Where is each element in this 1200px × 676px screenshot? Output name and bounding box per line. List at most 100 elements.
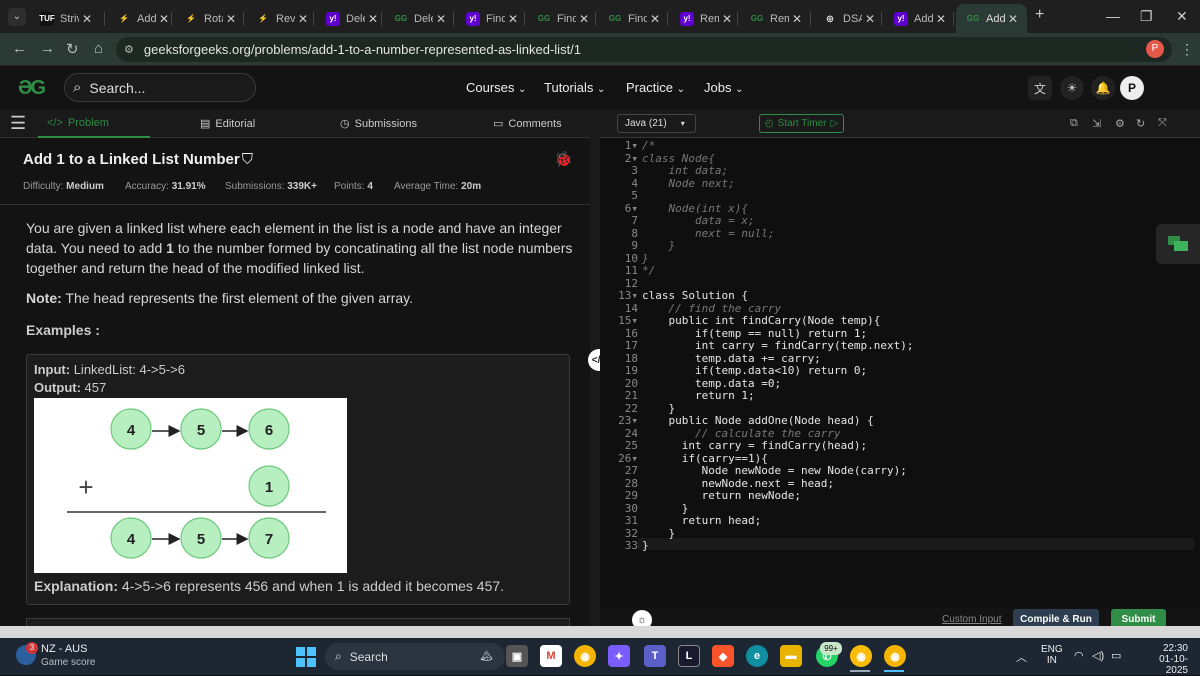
language-indicator[interactable]: ENG IN [1041, 644, 1063, 666]
widget-badge: 3 [26, 642, 38, 654]
fullscreen-icon[interactable]: ⤧ [1158, 117, 1167, 130]
tab-separator [524, 12, 525, 26]
battery-icon[interactable]: ▭ [1111, 649, 1121, 662]
minimize-icon[interactable]: — [1106, 8, 1120, 24]
browser-tab[interactable]: ◎ DSA ✕ [813, 4, 884, 33]
nav-tutorials[interactable]: Tutorials ⌄ [544, 80, 605, 95]
custom-input-link[interactable]: Custom Input [942, 614, 1001, 625]
chat-icon [1168, 236, 1188, 251]
close-tab-icon[interactable]: ✕ [1005, 12, 1021, 26]
close-tab-icon[interactable]: ✕ [576, 12, 592, 26]
menu-kebab-icon[interactable]: ⋮ [1180, 41, 1194, 58]
code-text[interactable]: /* class Node{ int data; Node next; Node(… [642, 139, 1192, 553]
start-timer-button[interactable]: ◴ Start Timer ▷ [759, 114, 844, 133]
task-view-icon[interactable]: ▣ [506, 645, 528, 667]
close-tab-icon[interactable]: ✕ [156, 12, 172, 26]
notification-bell-icon[interactable]: 🔔 [1091, 76, 1115, 100]
browser-tab[interactable]: GG Add ✕ [956, 4, 1027, 33]
line-number: 9 [631, 239, 638, 252]
brave-icon[interactable]: ◆ [712, 645, 734, 667]
close-tab-icon[interactable]: ✕ [647, 12, 663, 26]
theme-toggle-icon[interactable]: ☀ [1060, 76, 1084, 100]
back-icon[interactable]: ← [12, 40, 27, 57]
chrome-dev-icon[interactable]: ◉ [850, 645, 872, 667]
volume-icon[interactable]: ◁) [1092, 649, 1104, 662]
browser-tab[interactable]: GG Find ✕ [598, 4, 669, 33]
line-number: 19 [624, 364, 638, 377]
chrome-icon[interactable]: ◉ [574, 645, 596, 667]
comment-icon: ▭ [493, 118, 504, 130]
browser-tab[interactable]: y! Rem ✕ [670, 4, 741, 33]
tab-title: Add [986, 12, 1005, 25]
tray-chevron-icon[interactable]: ︿ [1016, 649, 1027, 665]
teams-icon[interactable]: T [644, 645, 666, 667]
profile-avatar[interactable]: P [1146, 40, 1164, 58]
nav-practice[interactable]: Practice ⌄ [626, 80, 685, 95]
reset-icon[interactable]: ↻ [1136, 117, 1145, 130]
edge-icon[interactable]: e [746, 645, 768, 667]
nav-jobs[interactable]: Jobs ⌄ [704, 80, 743, 95]
file-explorer-icon[interactable]: ▬ [780, 645, 802, 667]
close-tab-icon[interactable]: ✕ [433, 12, 449, 26]
forward-icon[interactable]: → [40, 40, 55, 57]
bug-report-icon[interactable]: 🐞 [554, 150, 573, 168]
chrome-profile-icon[interactable]: ◉ [884, 645, 906, 667]
close-tab-icon[interactable]: ✕ [719, 12, 735, 26]
browser-tab[interactable]: y! Find ✕ [456, 4, 527, 33]
horizontal-scrollbar[interactable] [0, 626, 1200, 638]
close-window-icon[interactable]: ✕ [1176, 8, 1188, 25]
tab-search-icon[interactable]: ⌄ [8, 8, 26, 26]
browser-tab[interactable]: ⚡ Rota✕ [174, 4, 245, 33]
tab-submissions[interactable]: ◷ Submissions [340, 117, 417, 131]
close-tab-icon[interactable]: ✕ [862, 12, 878, 26]
bookmark-icon[interactable]: ⛉ [242, 151, 253, 168]
translate-icon[interactable]: 文 [1028, 76, 1052, 100]
tab-editorial[interactable]: ▤ Editorial [200, 117, 255, 131]
import-file-icon[interactable]: ⇲ [1092, 117, 1101, 130]
site-info-icon[interactable]: ⚙ [124, 43, 134, 56]
restore-icon[interactable]: ❐ [1140, 8, 1153, 25]
clock[interactable]: 22:30 01-10-2025 [1138, 643, 1188, 676]
settings-icon[interactable]: ⚙ [1115, 117, 1125, 130]
browser-tab[interactable]: y! Add ✕ [884, 4, 955, 33]
tab-title: Find [557, 12, 576, 25]
hamburger-menu-icon[interactable]: ☰ [10, 113, 26, 134]
wifi-icon[interactable]: ◠ [1074, 649, 1084, 662]
browser-tab[interactable]: GG Dele✕ [384, 4, 455, 33]
close-tab-icon[interactable]: ✕ [933, 12, 949, 26]
browser-tab[interactable]: GG Rem ✕ [740, 4, 811, 33]
taskbar-search[interactable]: ⌕ Search 🏔 [325, 643, 505, 670]
browser-tab[interactable]: TUF Striv✕ [30, 4, 101, 33]
language-select[interactable]: Java (21) ▾ [617, 114, 696, 133]
points-meta: Points: 4 [334, 181, 373, 192]
home-icon[interactable]: ⌂ [94, 40, 103, 57]
browser-tab[interactable]: GG Find ✕ [527, 4, 598, 33]
url-bar[interactable]: ⚙ geeksforgeeks.org/problems/add-1-to-a-… [116, 37, 1172, 62]
next-example-box [26, 618, 570, 626]
browser-tab[interactable]: y! Dele✕ [316, 4, 387, 33]
browser-tab[interactable]: ⚡ Add ✕ [107, 4, 178, 33]
site-search-input[interactable]: ⌕ Search... [64, 73, 256, 102]
close-tab-icon[interactable]: ✕ [223, 12, 239, 26]
nav-courses[interactable]: Courses ⌄ [466, 80, 526, 95]
close-tab-icon[interactable]: ✕ [79, 12, 95, 26]
copilot-icon[interactable]: ✦ [608, 645, 630, 667]
tab-comments[interactable]: ▭ Comments [493, 117, 562, 131]
close-tab-icon[interactable]: ✕ [505, 12, 521, 26]
close-tab-icon[interactable]: ✕ [365, 12, 381, 26]
app-l-icon[interactable]: L [678, 645, 700, 667]
close-tab-icon[interactable]: ✕ [789, 12, 805, 26]
user-avatar[interactable]: P [1120, 76, 1144, 100]
copy-icon[interactable]: ⧉ [1070, 117, 1078, 130]
tab-favicon-icon: ⚡ [117, 11, 131, 26]
gfg-logo[interactable]: ƏG [18, 77, 46, 100]
chat-fab[interactable] [1156, 224, 1200, 264]
tab-problem[interactable]: </> Problem [47, 117, 109, 129]
new-tab-button[interactable]: + [1035, 6, 1044, 24]
close-tab-icon[interactable]: ✕ [295, 12, 311, 26]
gmail-icon[interactable]: M [540, 645, 562, 667]
widget-title[interactable]: NZ - AUS [41, 643, 87, 655]
reload-icon[interactable]: ↻ [66, 40, 79, 58]
start-menu-icon[interactable] [295, 646, 317, 668]
browser-tab[interactable]: ⚡ Reve✕ [246, 4, 317, 33]
